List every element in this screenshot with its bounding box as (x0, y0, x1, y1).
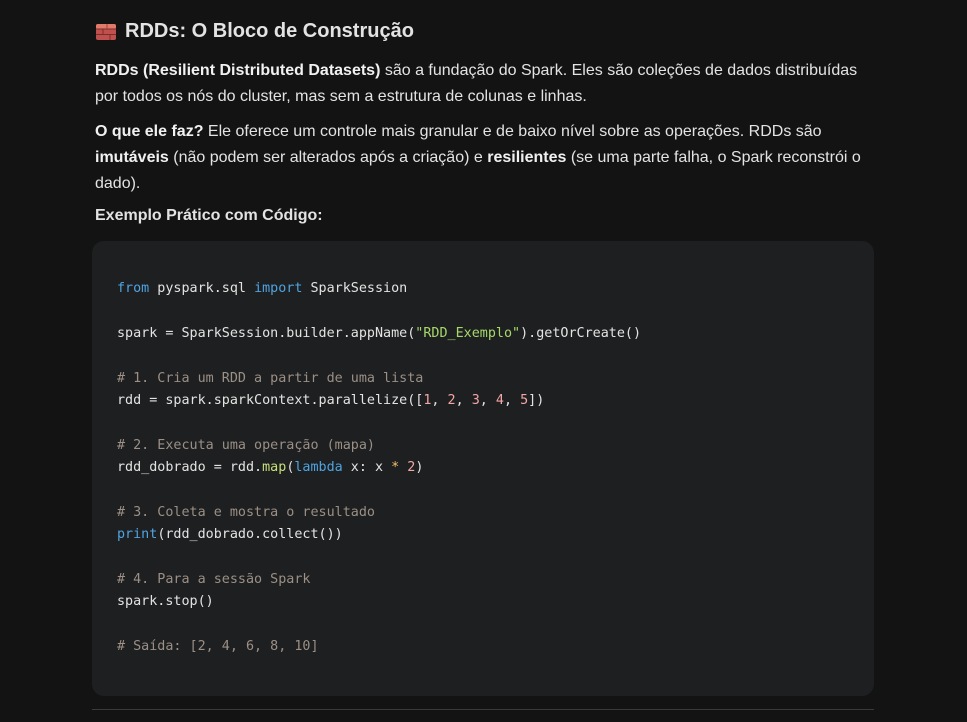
section-title: RDDs: O Bloco de Construção (125, 20, 414, 42)
code-comment: # 3. Coleta e mostra o resultado (117, 504, 375, 520)
bold-term: RDDs (Resilient Distributed Datasets) (95, 62, 381, 79)
code-content[interactable]: from pyspark.sql import SparkSession spar… (117, 278, 641, 659)
bold-question: O que ele faz? (95, 123, 204, 140)
code-example-heading: Exemplo Prático com Código: (95, 207, 323, 224)
paragraph-text: Ele oferece um controle mais granular e … (203, 123, 822, 140)
code-block[interactable]: from pyspark.sql import SparkSession spar… (92, 241, 874, 696)
code-comment: # 4. Para a sessão Spark (117, 572, 311, 588)
code-comment: # Saída: [2, 4, 6, 8, 10] (117, 639, 319, 655)
code-line: spark.stop() (117, 594, 214, 610)
divider (92, 709, 874, 710)
code-comment: # 1. Cria um RDD a partir de uma lista (117, 370, 424, 386)
bold-immutable: imutáveis (95, 149, 169, 166)
code-line: rdd_dobrado = rdd.map(lambda x: x * 2) (117, 460, 424, 476)
code-comment: # 2. Executa uma operação (mapa) (117, 437, 375, 453)
paragraph-rdd-definition: RDDs (Resilient Distributed Datasets) sã… (95, 58, 874, 110)
code-line: print(rdd_dobrado.collect()) (117, 527, 343, 543)
paragraph-text: (não podem ser alterados após a criação)… (168, 149, 488, 166)
code-line: from pyspark.sql import SparkSession (117, 281, 408, 296)
code-line: rdd = spark.sparkContext.parallelize([1,… (117, 392, 545, 408)
brick-icon (95, 23, 117, 41)
code-line: spark = SparkSession.builder.appName("RD… (117, 325, 642, 341)
bold-resilient: resilientes (487, 149, 567, 166)
paragraph-rdd-function: O que ele faz? Ele oferece um controle m… (95, 119, 874, 197)
section-heading: RDDs: O Bloco de Construção (95, 20, 414, 43)
